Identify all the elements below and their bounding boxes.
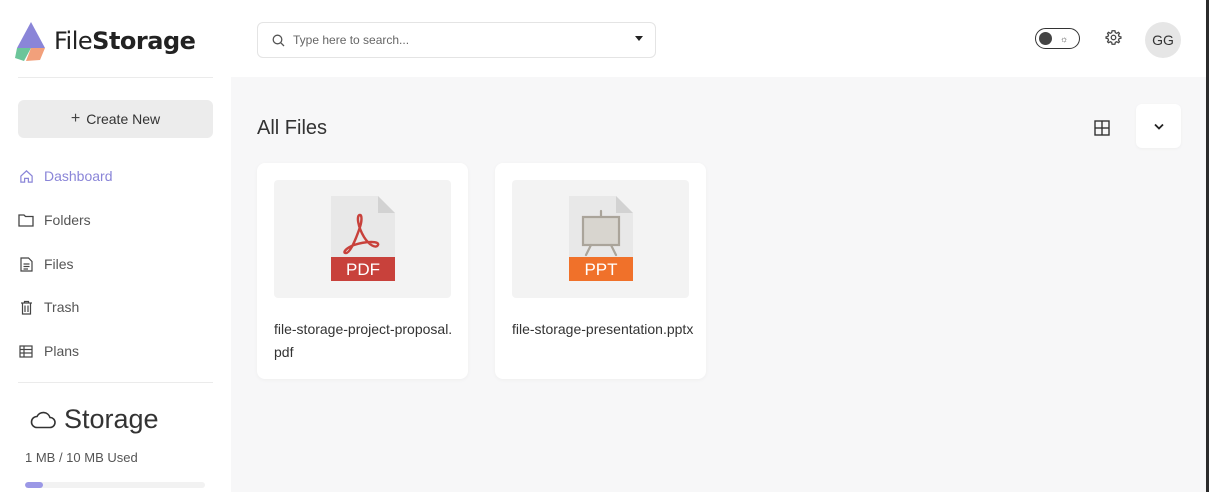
file-card[interactable]: PPT file-storage-presentation.pptx: [495, 163, 706, 379]
sidebar-divider: [18, 382, 213, 383]
theme-toggle[interactable]: ☼: [1035, 28, 1080, 49]
sidebar-item-label: Plans: [44, 343, 80, 359]
ppt-file-icon: PPT: [568, 196, 633, 281]
file-thumbnail: PPT: [512, 180, 689, 298]
cloud-icon: [30, 411, 56, 428]
plus-icon: +: [70, 110, 81, 127]
grid-view-icon[interactable]: [1093, 119, 1111, 137]
gear-icon[interactable]: [1105, 29, 1122, 46]
toggle-knob: [1039, 32, 1052, 45]
main-content: All Files PDF file-storage-project-propo…: [231, 77, 1206, 492]
app-name: FileStorage: [54, 27, 196, 55]
sidebar: FileStorage + Create New Dashboard Folde…: [0, 0, 231, 492]
view-options-dropdown-button[interactable]: [1136, 104, 1181, 148]
avatar-initials: GG: [1152, 32, 1174, 48]
search-icon: [272, 34, 285, 46]
search-input[interactable]: [293, 33, 613, 47]
storage-section-title: Storage: [30, 404, 159, 435]
create-new-label: Create New: [86, 111, 161, 127]
page-title: All Files: [257, 117, 328, 139]
sidebar-item-label: Files: [44, 256, 74, 272]
pdf-file-icon: PDF: [330, 196, 395, 281]
sidebar-item-folders[interactable]: Folders: [18, 212, 91, 228]
sidebar-item-trash[interactable]: Trash: [18, 299, 79, 315]
storage-title: Storage: [64, 404, 159, 434]
sidebar-item-files[interactable]: Files: [18, 256, 74, 272]
logo-icon: [15, 22, 45, 61]
chevron-down-icon: [1153, 123, 1164, 130]
folder-icon: [18, 212, 34, 228]
sidebar-item-label: Dashboard: [44, 168, 113, 184]
file-thumbnail: PDF: [274, 180, 451, 298]
sidebar-item-plans[interactable]: Plans: [18, 343, 79, 359]
sidebar-item-dashboard[interactable]: Dashboard: [18, 168, 113, 184]
storage-progress-fill: [25, 482, 43, 488]
app-logo[interactable]: FileStorage: [14, 20, 196, 62]
storage-progress-bar: [25, 482, 205, 488]
plans-icon: [18, 343, 34, 359]
create-new-button[interactable]: + Create New: [18, 100, 213, 138]
sidebar-item-label: Trash: [44, 299, 80, 315]
user-avatar[interactable]: GG: [1145, 22, 1181, 58]
file-card[interactable]: PDF file-storage-project-proposal.pdf: [257, 163, 468, 379]
search-bar[interactable]: [257, 22, 656, 58]
top-header: ☼ GG: [231, 0, 1209, 77]
sun-icon: ☼: [1060, 33, 1069, 44]
file-name: file-storage-project-proposal.pdf: [274, 321, 453, 360]
file-name: file-storage-presentation.pptx: [512, 321, 694, 337]
trash-icon: [18, 299, 34, 315]
sidebar-item-label: Folders: [44, 212, 91, 228]
file-type-label: PDF: [346, 260, 380, 279]
file-icon: [18, 256, 34, 272]
sidebar-divider: [18, 77, 213, 78]
search-dropdown-caret-icon[interactable]: [635, 36, 643, 41]
file-type-label: PPT: [584, 260, 617, 279]
home-icon: [18, 168, 34, 184]
storage-used-text: 1 MB / 10 MB Used: [25, 450, 138, 465]
